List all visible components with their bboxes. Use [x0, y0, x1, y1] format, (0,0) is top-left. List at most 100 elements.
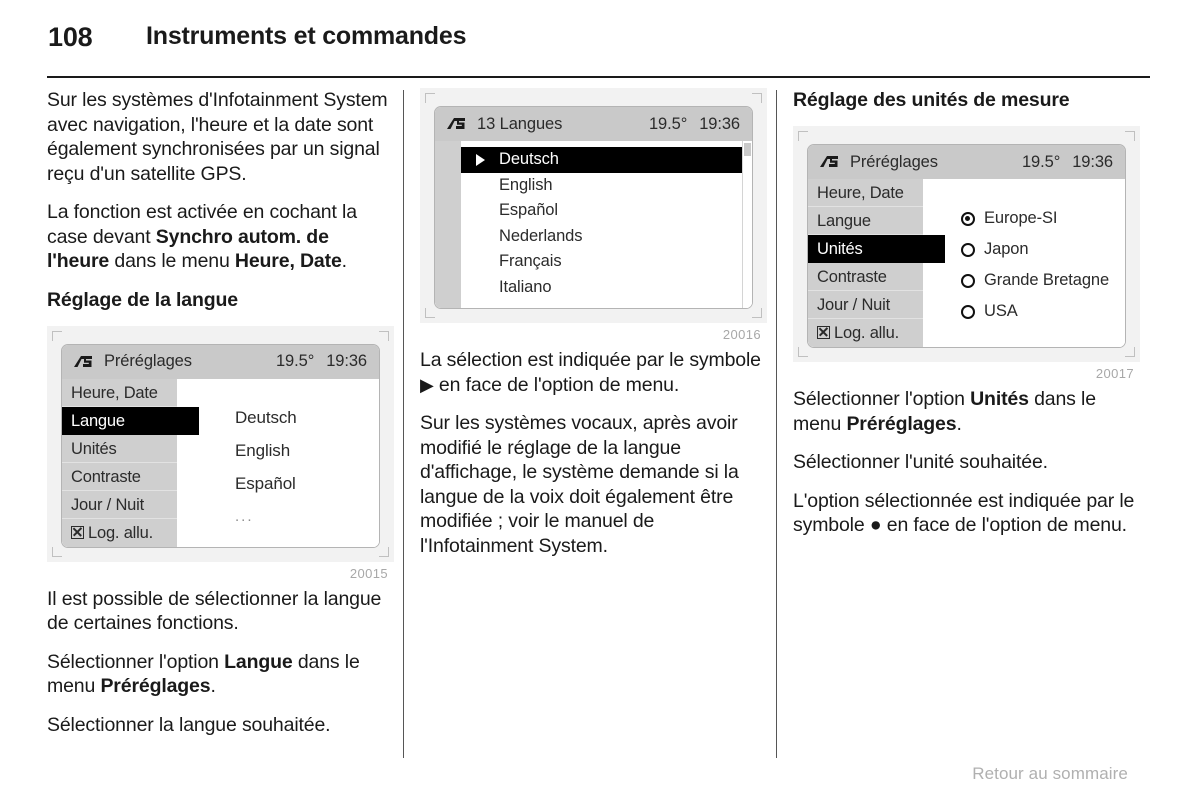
corner-mark-br	[752, 308, 762, 318]
language-item-francais[interactable]: Français	[461, 249, 752, 275]
language-item-label: Deutsch	[499, 150, 559, 168]
bold-heure-date: Heure, Date	[234, 250, 342, 272]
menu-item-label: Langue	[817, 212, 871, 230]
display-titlebar: 13 Langues 19.5° 19:36	[435, 107, 752, 141]
back-to-contents-link[interactable]: Retour au sommaire	[972, 764, 1128, 784]
figure-caption: 20015	[349, 565, 388, 581]
selection-triangle-icon	[476, 153, 485, 166]
infotainment-settings-icon	[74, 355, 92, 367]
radio-option-europe-si[interactable]: Europe-SI	[961, 203, 1125, 234]
display-body: Heure, Date Langue Unités Contraste Jour…	[808, 179, 1125, 347]
value-item-espanol[interactable]: Español	[235, 467, 379, 500]
checkbox-checked-icon[interactable]	[71, 525, 84, 539]
text-fragment: .	[210, 675, 216, 697]
display-title: 13 Langues	[477, 114, 563, 133]
infotainment-display: Préréglages 19.5° 19:36 Heure, Date Lang…	[61, 343, 380, 548]
menu-item-heure-date[interactable]: Heure, Date	[62, 379, 177, 407]
menu-item-label: Jour / Nuit	[817, 296, 890, 314]
page-number: 108	[48, 22, 93, 52]
menu-item-jour-nuit[interactable]: Jour / Nuit	[62, 491, 177, 519]
radio-unselected-icon[interactable]	[961, 304, 975, 319]
display-status: 19.5° 19:36	[649, 115, 740, 134]
unit-options-radio-group: Europe-SI Japon Grande Bretagne USA	[923, 179, 1125, 327]
filled-circle-symbol-glyph: ●	[869, 514, 882, 536]
language-item-label: Español	[499, 201, 558, 219]
menu-item-log-allu[interactable]: Log. allu.	[62, 519, 177, 547]
column-3: Réglage des unités de mesure Préréglages	[793, 88, 1140, 760]
menu-item-contraste[interactable]: Contraste	[62, 463, 177, 491]
vertical-scrollbar[interactable]	[742, 141, 752, 308]
radio-option-label: Japon	[984, 240, 1029, 258]
display-time: 19:36	[326, 352, 367, 370]
scrollbar-thumb[interactable]	[744, 143, 751, 156]
display-title: Préréglages	[104, 352, 192, 370]
text-fragment: Sélectionner l'option	[47, 650, 225, 673]
column-divider-2	[776, 90, 777, 758]
menu-item-label: Jour / Nuit	[71, 495, 144, 514]
text-fragment: La sélection est indiquée par le symbole	[420, 349, 761, 371]
infotainment-settings-icon	[447, 118, 465, 129]
corner-mark-tr	[379, 330, 389, 341]
column-1: Sur les systèmes d'Infotainment System a…	[47, 88, 394, 760]
display-temperature: 19.5°	[275, 352, 315, 370]
display-time: 19:36	[1072, 152, 1113, 171]
display-menu-list: Heure, Date Langue Unités Contraste Jour…	[62, 378, 199, 547]
paragraph-enable-sync: La fonction est activée en cochant la ca…	[47, 200, 394, 274]
text-fragment: en face de l'option de menu.	[433, 373, 680, 396]
language-item-deutsch[interactable]: Deutsch	[461, 147, 744, 173]
radio-option-label: USA	[984, 302, 1018, 320]
radio-option-japon[interactable]: Japon	[961, 234, 1125, 265]
page-header: 108 Instruments et commandes	[0, 0, 1200, 88]
language-item-english[interactable]: English	[461, 173, 752, 199]
menu-item-heure-date[interactable]: Heure, Date	[808, 179, 923, 207]
bold-prereglages: Préréglages	[100, 675, 211, 697]
menu-item-contraste[interactable]: Contraste	[808, 263, 923, 291]
value-item-more[interactable]: ...	[235, 500, 379, 533]
menu-item-label: Contraste	[817, 268, 887, 286]
radio-option-usa[interactable]: USA	[961, 296, 1125, 327]
content-columns: Sur les systèmes d'Infotainment System a…	[0, 88, 1200, 760]
display-status: 19.5° 19:36	[276, 352, 367, 371]
menu-item-label: Heure, Date	[817, 184, 904, 202]
menu-item-jour-nuit[interactable]: Jour / Nuit	[808, 291, 923, 319]
paragraph-select-langue-option: Sélectionner l'option Langue dans le men…	[47, 650, 394, 699]
checkbox-checked-icon[interactable]	[817, 326, 830, 339]
menu-item-unites[interactable]: Unités	[808, 235, 945, 263]
menu-item-langue[interactable]: Langue	[62, 406, 199, 435]
corner-mark-br	[379, 546, 389, 557]
heading-reglage-unites: Réglage des unités de mesure	[793, 89, 1070, 111]
corner-mark-bl	[425, 308, 435, 318]
radio-selected-icon[interactable]	[961, 211, 975, 226]
language-item-nederlands[interactable]: Nederlands	[461, 224, 752, 250]
bold-langue: Langue	[224, 650, 293, 673]
language-item-italiano[interactable]: Italiano	[461, 275, 752, 301]
menu-item-label: Unités	[71, 439, 117, 458]
corner-mark-tr	[1125, 131, 1135, 141]
radio-option-grande-bretagne[interactable]: Grande Bretagne	[961, 265, 1125, 296]
text-fragment: .	[341, 250, 347, 272]
paragraph-select-desired-unit: Sélectionner l'unité souhaitée.	[793, 451, 1048, 473]
text-fragment: .	[956, 412, 962, 435]
menu-item-label: Langue	[71, 411, 125, 430]
menu-item-langue[interactable]: Langue	[808, 207, 923, 235]
menu-item-unites[interactable]: Unités	[62, 435, 177, 463]
infotainment-settings-icon	[820, 156, 838, 167]
menu-item-log-allu[interactable]: Log. allu.	[808, 319, 923, 347]
figure-caption: 20017	[1095, 366, 1134, 381]
radio-unselected-icon[interactable]	[961, 242, 975, 257]
text-fragment: Sélectionner l'option	[793, 388, 971, 410]
display-body: Heure, Date Langue Unités Contraste Jour…	[62, 378, 379, 547]
radio-unselected-icon[interactable]	[961, 273, 975, 288]
menu-item-label: Heure, Date	[71, 383, 158, 402]
paragraph-select-function-language: Il est possible de sélectionner la langu…	[47, 587, 382, 635]
radio-option-label: Grande Bretagne	[984, 271, 1110, 289]
language-item-espanol[interactable]: Español	[461, 198, 752, 224]
corner-mark-tr	[752, 93, 762, 103]
display-status: 19.5° 19:36	[1022, 153, 1113, 172]
menu-item-label: Contraste	[71, 467, 141, 486]
bold-prereglages: Préréglages	[846, 412, 957, 435]
value-item-deutsch[interactable]: Deutsch	[235, 401, 379, 434]
value-item-english[interactable]: English	[235, 434, 379, 467]
language-item-label: Français	[499, 252, 562, 270]
display-left-gutter	[435, 141, 461, 308]
